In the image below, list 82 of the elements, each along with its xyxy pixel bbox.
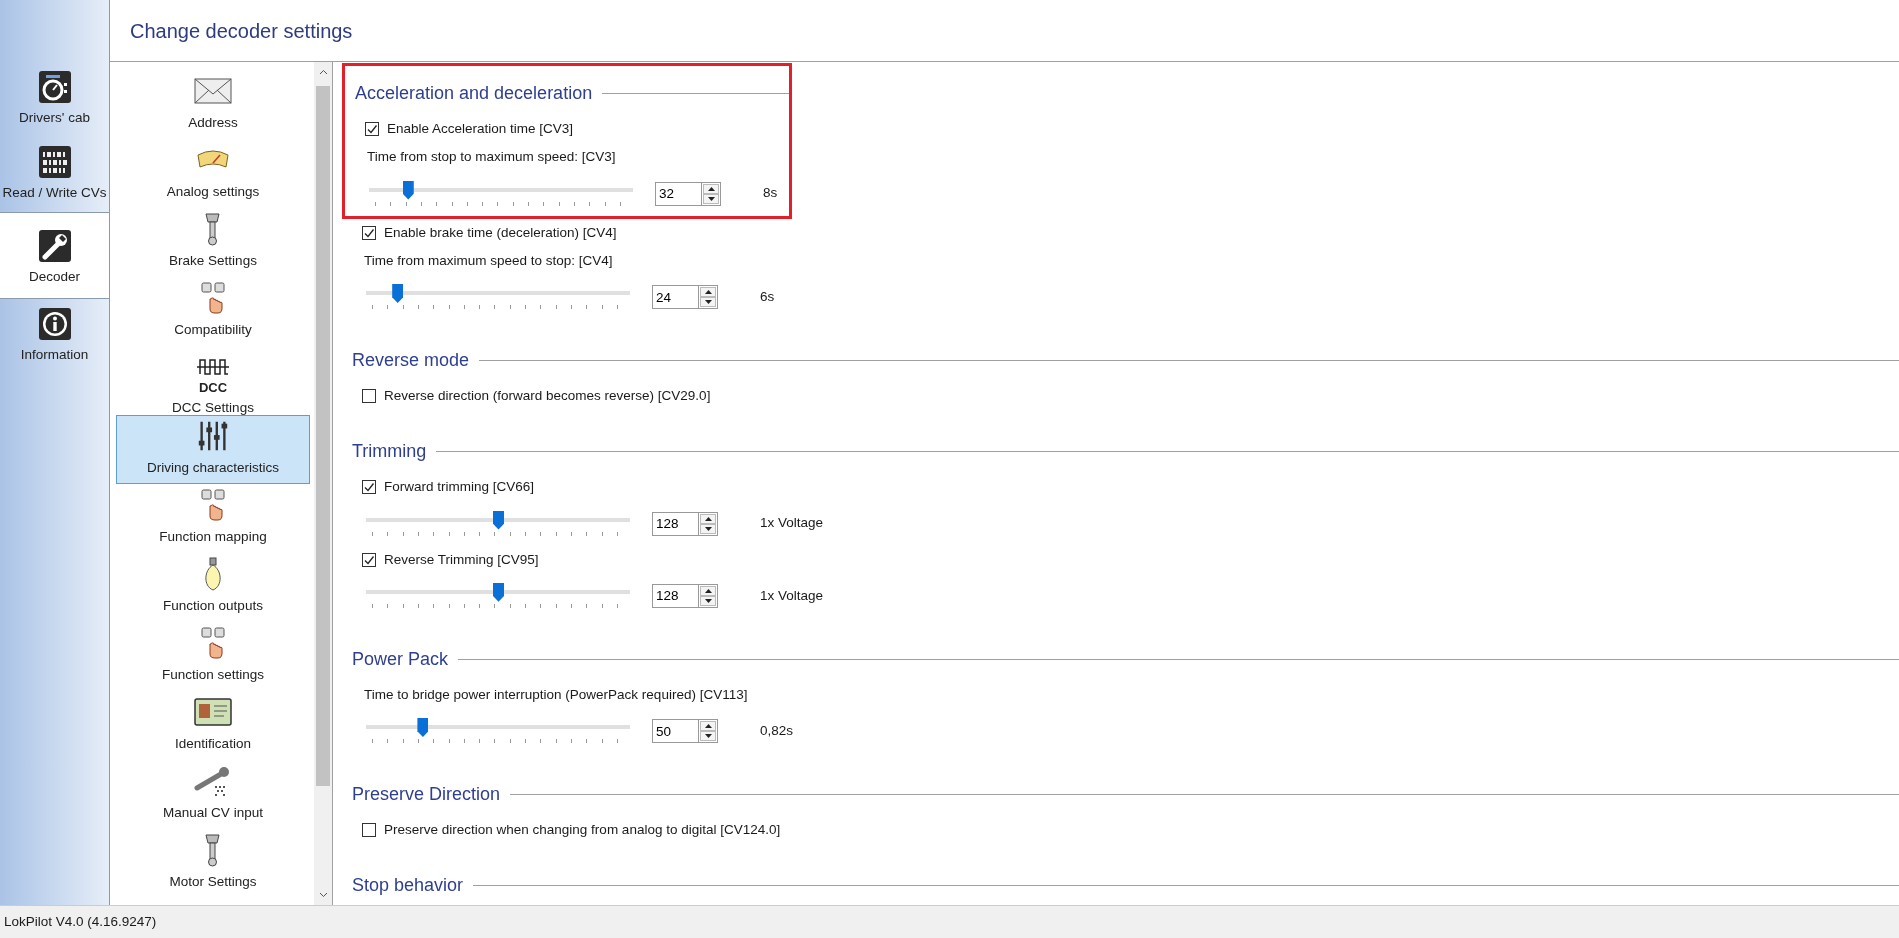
- section-title: Reverse mode: [352, 349, 470, 372]
- nav-tab[interactable]: Drivers' cab: [0, 62, 109, 137]
- caret-up-icon: [704, 290, 712, 294]
- value-reading: 6s: [760, 287, 775, 306]
- scrollbar-thumb[interactable]: [316, 86, 330, 786]
- category-item[interactable]: Driving characteristics: [116, 415, 310, 484]
- caret-down-icon: [704, 526, 712, 531]
- slider-thumb[interactable]: [417, 718, 429, 737]
- spin-up-button[interactable]: [700, 287, 716, 297]
- category-item[interactable]: Brake Settings: [116, 208, 310, 277]
- category-item[interactable]: Motor Settings: [116, 829, 310, 898]
- caret-down-icon: [704, 300, 712, 304]
- stopwatch-icon: [37, 70, 72, 104]
- status-text: LokPilot V4.0 (4.16.9247): [4, 912, 157, 931]
- spin-up-button[interactable]: [700, 721, 716, 731]
- category-item[interactable]: Address: [116, 70, 310, 139]
- category-item[interactable]: Analog settings: [116, 139, 310, 208]
- wrench-icon: [37, 228, 72, 263]
- number-field[interactable]: 128: [652, 511, 698, 536]
- caret-down-icon: [704, 734, 712, 738]
- spin-down-button[interactable]: [700, 523, 716, 534]
- spin-down-button[interactable]: [700, 297, 716, 307]
- caret-down-icon: [704, 598, 712, 603]
- value-reading: 8s: [763, 184, 778, 203]
- icon-caption: DCC: [198, 381, 228, 394]
- caret-up-icon: [704, 588, 712, 593]
- nav-tab[interactable]: Information: [0, 298, 109, 374]
- nav-tab[interactable]: Read / Write CVs: [0, 136, 109, 212]
- category-item[interactable]: Function outputs: [116, 553, 310, 622]
- value-reading: 1x Voltage: [760, 586, 824, 605]
- number-field[interactable]: 128: [652, 583, 698, 608]
- number-field[interactable]: 24: [652, 285, 698, 309]
- caret-down-icon: [318, 892, 328, 898]
- category-item[interactable]: Function settings: [116, 622, 310, 691]
- slider-thumb[interactable]: [392, 284, 404, 303]
- spin-up-button[interactable]: [703, 183, 719, 194]
- field-label: Time to bridge power interruption (PowerPack required) [CV113]: [364, 686, 748, 702]
- checkbox-label[interactable]: Forward trimming [CV66]: [384, 477, 535, 498]
- caret-up-icon: [704, 516, 712, 521]
- category-item[interactable]: Identification: [116, 691, 310, 760]
- caret-up-icon: [704, 724, 712, 728]
- checkbox[interactable]: [362, 552, 376, 567]
- section-title: Trimming: [352, 440, 427, 464]
- checkbox-label[interactable]: Preserve direction when changing from analog to digital [CV124.0]: [384, 820, 781, 841]
- slider-thumb[interactable]: [402, 180, 414, 200]
- category-item[interactable]: Manual CV input: [116, 760, 310, 829]
- spin-down-button[interactable]: [700, 595, 716, 606]
- value-reading: 0,82s: [760, 721, 794, 740]
- spin-up-button[interactable]: [700, 585, 716, 596]
- category-item[interactable]: DCC DCC Settings: [116, 346, 310, 415]
- binary-digits-icon: [37, 144, 72, 179]
- spin-up-button[interactable]: [700, 513, 716, 524]
- category-item[interactable]: Function mapping: [116, 484, 310, 553]
- slider-thumb[interactable]: [493, 582, 504, 602]
- section-title: Preserve Direction: [352, 783, 501, 806]
- info-icon: [37, 306, 72, 341]
- checkbox-label[interactable]: Reverse direction (forward becomes reverse) [CV29.0]: [384, 386, 711, 407]
- checkbox[interactable]: [362, 225, 376, 240]
- checkbox[interactable]: [362, 823, 376, 838]
- field-label: Time from maximum speed to stop: [CV4]: [364, 252, 613, 268]
- spin-down-button[interactable]: [703, 193, 719, 204]
- checkbox-label[interactable]: Enable brake time (deceleration) [CV4]: [384, 222, 617, 243]
- checkbox[interactable]: [362, 389, 376, 404]
- page-title: Change decoder settings: [130, 18, 353, 44]
- checkbox-label[interactable]: Enable Acceleration time [CV3]: [387, 119, 574, 140]
- spin-down-button[interactable]: [700, 731, 716, 741]
- number-field[interactable]: 50: [652, 719, 698, 743]
- caret-up-icon: [707, 186, 715, 191]
- section-title: Power Pack: [352, 647, 449, 671]
- nav-tab[interactable]: Decoder: [0, 211, 109, 299]
- number-field[interactable]: 32: [655, 181, 701, 206]
- value-reading: 1x Voltage: [760, 514, 824, 533]
- field-label: Time from stop to maximum speed: [CV3]: [367, 149, 616, 165]
- checkbox[interactable]: [365, 122, 379, 137]
- slider-thumb[interactable]: [493, 510, 504, 530]
- checkbox[interactable]: [362, 480, 376, 495]
- checkbox-label[interactable]: Reverse Trimming [CV95]: [384, 549, 539, 570]
- caret-down-icon: [707, 196, 715, 201]
- section-title: Acceleration and deceleration: [355, 82, 593, 105]
- caret-up-icon: [318, 69, 328, 75]
- section-title: Stop behavior: [352, 874, 464, 898]
- category-item[interactable]: Compatibility: [116, 277, 310, 346]
